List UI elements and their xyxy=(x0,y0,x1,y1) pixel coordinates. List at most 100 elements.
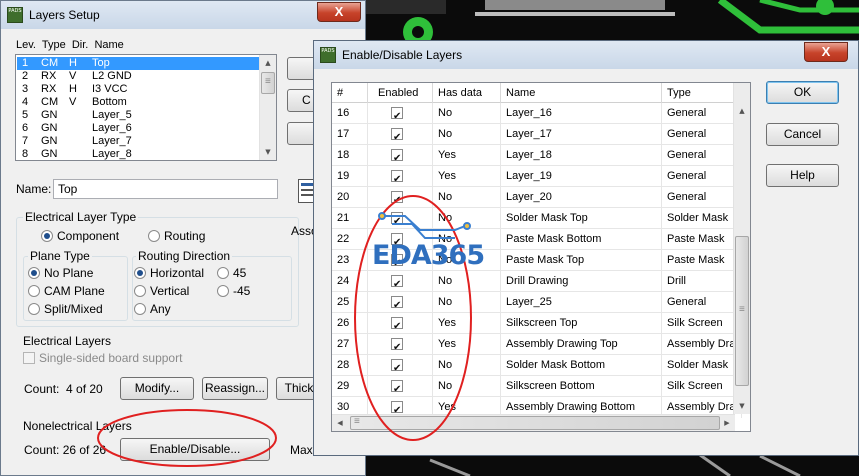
enabled-checkbox[interactable] xyxy=(391,274,403,292)
grid-horizontal-scrollbar[interactable]: ◀ ▶ xyxy=(332,414,735,431)
cell-enabled[interactable] xyxy=(368,103,433,124)
column-header-type[interactable]: Type xyxy=(662,83,742,103)
scroll-left-icon[interactable]: ◀ xyxy=(332,415,348,431)
any-label: Any xyxy=(150,302,171,316)
table-row[interactable]: 21 NoSolder Mask TopSolder Mask xyxy=(332,208,742,229)
cell-enabled[interactable] xyxy=(368,124,433,145)
ok-button[interactable]: OK xyxy=(766,81,839,104)
no-plane-radio[interactable] xyxy=(28,267,40,279)
layer-type: CM xyxy=(41,96,59,108)
cell-type: General xyxy=(662,292,742,313)
scroll-up-icon[interactable]: ▲ xyxy=(260,55,276,71)
table-row[interactable]: 24 NoDrill DrawingDrill xyxy=(332,271,742,292)
enabled-checkbox[interactable] xyxy=(391,127,403,145)
scroll-right-icon[interactable]: ▶ xyxy=(719,415,735,431)
table-row[interactable]: 25 NoLayer_25General xyxy=(332,292,742,313)
scroll-down-icon[interactable]: ▼ xyxy=(260,144,276,160)
routing-radio[interactable] xyxy=(148,230,160,242)
component-radio[interactable] xyxy=(41,230,53,242)
cam-plane-radio[interactable] xyxy=(28,285,40,297)
column-header-number[interactable]: # xyxy=(332,83,368,103)
enabled-checkbox[interactable] xyxy=(391,358,403,376)
cell-enabled[interactable] xyxy=(368,313,433,334)
table-row[interactable]: 17 NoLayer_17General xyxy=(332,124,742,145)
cell-enabled[interactable] xyxy=(368,208,433,229)
layer-type: RX xyxy=(41,83,57,95)
enable-disable-titlebar[interactable]: PADS Enable/Disable Layers X xyxy=(314,41,858,69)
layer-list-row[interactable]: 4 CM V Bottom xyxy=(17,96,261,109)
close-button[interactable]: X xyxy=(804,42,848,62)
table-row[interactable]: 19 YesLayer_19General xyxy=(332,166,742,187)
cell-enabled[interactable] xyxy=(368,355,433,376)
single-sided-checkbox[interactable] xyxy=(23,352,35,364)
deg45-label: 45 xyxy=(233,266,247,280)
layer-dir: V xyxy=(69,96,77,108)
column-header-name[interactable]: Name xyxy=(501,83,662,103)
deg-neg45-label: -45 xyxy=(233,284,251,298)
layer-list-row[interactable]: 7 GN Layer_7 xyxy=(17,135,261,148)
layer-list-row[interactable]: 5 GN Layer_5 xyxy=(17,109,261,122)
enabled-checkbox[interactable] xyxy=(391,190,403,208)
close-button[interactable]: X xyxy=(317,2,361,22)
table-row[interactable]: 18 YesLayer_18General xyxy=(332,145,742,166)
cancel-button[interactable]: Cancel xyxy=(766,123,839,146)
deg-neg45-radio[interactable] xyxy=(217,285,229,297)
enabled-checkbox[interactable] xyxy=(391,211,403,229)
layer-list-row[interactable]: 2 RX V L2 GND xyxy=(17,70,261,83)
layer-name: Layer_5 xyxy=(92,109,132,121)
enabled-checkbox[interactable] xyxy=(391,148,403,166)
any-radio[interactable] xyxy=(134,303,146,315)
enabled-checkbox[interactable] xyxy=(391,169,403,187)
cell-enabled[interactable] xyxy=(368,166,433,187)
enabled-checkbox[interactable] xyxy=(391,106,403,124)
split-mixed-radio[interactable] xyxy=(28,303,40,315)
deg45-radio[interactable] xyxy=(217,267,229,279)
vertical-radio[interactable] xyxy=(134,285,146,297)
horizontal-radio[interactable] xyxy=(134,267,146,279)
enable-disable-button[interactable]: Enable/Disable... xyxy=(120,438,270,461)
layer-list-row[interactable]: 8 GN Layer_8 xyxy=(17,148,261,160)
cell-enabled[interactable] xyxy=(368,271,433,292)
enabled-checkbox[interactable] xyxy=(391,337,403,355)
table-row[interactable]: 16 NoLayer_16General xyxy=(332,103,742,124)
column-header-enabled[interactable]: Enabled xyxy=(368,83,433,103)
modify-button[interactable]: Modify... xyxy=(120,377,194,400)
table-row[interactable]: 26 YesSilkscreen TopSilk Screen xyxy=(332,313,742,334)
column-header-has-data[interactable]: Has data xyxy=(433,83,501,103)
layer-lev: 5 xyxy=(22,109,29,121)
cell-has-data: Yes xyxy=(433,334,501,355)
cell-name: Silkscreen Bottom xyxy=(501,376,662,397)
enabled-checkbox[interactable] xyxy=(391,316,403,334)
scroll-down-icon[interactable]: ▼ xyxy=(734,398,750,414)
cell-has-data: Yes xyxy=(433,166,501,187)
scroll-thumb[interactable] xyxy=(735,236,749,386)
layer-list[interactable]: 8 GN Layer_8 7 GN Layer_7 6 GN Layer_6 5 GN Layer_5… xyxy=(15,54,277,161)
cell-enabled[interactable] xyxy=(368,187,433,208)
table-row[interactable]: 28 NoSolder Mask BottomSolder Mask xyxy=(332,355,742,376)
enabled-checkbox[interactable] xyxy=(391,379,403,397)
layer-list-row[interactable]: 6 GN Layer_6 xyxy=(17,122,261,135)
horizontal-scroll-thumb[interactable] xyxy=(350,416,720,430)
layers-setup-titlebar[interactable]: PADS Layers Setup X xyxy=(1,1,365,29)
help-button[interactable]: Help xyxy=(766,164,839,187)
max-label: Max xyxy=(290,443,313,457)
enabled-checkbox[interactable] xyxy=(391,295,403,313)
cell-enabled[interactable] xyxy=(368,334,433,355)
layer-list-scrollbar[interactable]: ▲ ▼ xyxy=(259,55,276,160)
cell-has-data: No xyxy=(433,208,501,229)
name-field[interactable]: Top xyxy=(53,179,278,199)
table-row[interactable]: 29 NoSilkscreen BottomSilk Screen xyxy=(332,376,742,397)
table-row[interactable]: 27 YesAssembly Drawing TopAssembly Draw xyxy=(332,334,742,355)
reassign-button[interactable]: Reassign... xyxy=(202,377,268,400)
cell-enabled[interactable] xyxy=(368,376,433,397)
scroll-thumb[interactable] xyxy=(261,72,275,94)
cell-num: 17 xyxy=(332,124,368,145)
cell-enabled[interactable] xyxy=(368,145,433,166)
grid-vertical-scrollbar[interactable]: ▲ ▼ xyxy=(733,83,750,414)
enabled-checkbox[interactable] xyxy=(391,400,403,418)
scroll-up-icon[interactable]: ▲ xyxy=(734,103,750,119)
cell-enabled[interactable] xyxy=(368,292,433,313)
table-row[interactable]: 20 NoLayer_20General xyxy=(332,187,742,208)
layer-list-row[interactable]: 1 CM H Top xyxy=(17,57,261,70)
layer-list-row[interactable]: 3 RX H I3 VCC xyxy=(17,83,261,96)
